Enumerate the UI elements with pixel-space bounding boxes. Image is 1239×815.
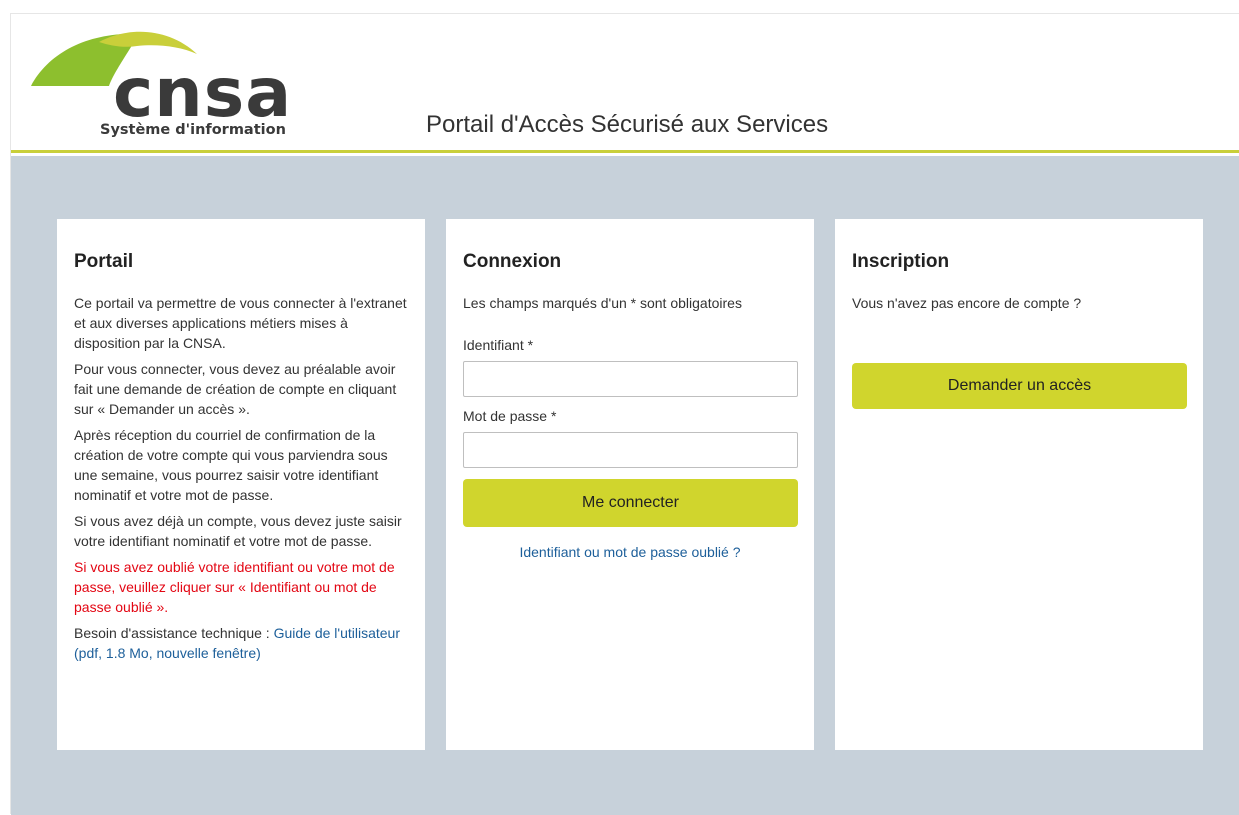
portail-title: Portail bbox=[74, 251, 134, 272]
forgot-credentials-link[interactable]: Identifiant ou mot de passe oublié ? bbox=[463, 544, 797, 560]
portail-panel: Portail Ce portail va permettre de vous … bbox=[57, 219, 425, 750]
connexion-panel: Connexion Les champs marqués d'un * sont… bbox=[446, 219, 814, 750]
forgot-warning: Si vous avez oublié votre identifiant ou… bbox=[74, 559, 395, 615]
inscription-panel: Inscription Vous n'avez pas encore de co… bbox=[835, 219, 1203, 750]
portail-paragraph: Ce portail va permettre de vous connecte… bbox=[74, 295, 407, 351]
inscription-title: Inscription bbox=[852, 251, 950, 272]
required-fields-note: Les champs marqués d'un * sont obligatoi… bbox=[463, 295, 742, 311]
main-content: Portail Ce portail va permettre de vous … bbox=[11, 156, 1239, 815]
password-input[interactable] bbox=[463, 432, 798, 468]
assistance-prefix: Besoin d'assistance technique : bbox=[74, 625, 274, 641]
cnsa-logo-icon: cnsa bbox=[31, 31, 292, 124]
inscription-question: Vous n'avez pas encore de compte ? bbox=[852, 295, 1082, 311]
logo-text: cnsa bbox=[113, 54, 292, 124]
login-button[interactable]: Me connecter bbox=[463, 479, 798, 527]
portail-paragraph: Pour vous connecter, vous devez au préal… bbox=[74, 361, 397, 417]
portail-paragraph: Après réception du courriel de confirmat… bbox=[74, 427, 388, 503]
page: cnsa Système d'information Portail d'Acc… bbox=[10, 13, 1239, 815]
assistance-text: Besoin d'assistance technique : Guide de… bbox=[74, 623, 408, 663]
request-access-button[interactable]: Demander un accès bbox=[852, 363, 1187, 409]
portail-paragraph: Si vous avez déjà un compte, vous devez … bbox=[74, 513, 402, 549]
site-title: Portail d'Accès Sécurisé aux Services bbox=[426, 111, 829, 138]
logo-subtitle: Système d'information bbox=[100, 122, 286, 138]
identifiant-input[interactable] bbox=[463, 361, 798, 397]
header: cnsa Système d'information Portail d'Acc… bbox=[11, 14, 1239, 153]
password-label: Mot de passe * bbox=[463, 408, 557, 424]
connexion-title: Connexion bbox=[463, 251, 562, 272]
identifiant-label: Identifiant * bbox=[463, 337, 534, 353]
